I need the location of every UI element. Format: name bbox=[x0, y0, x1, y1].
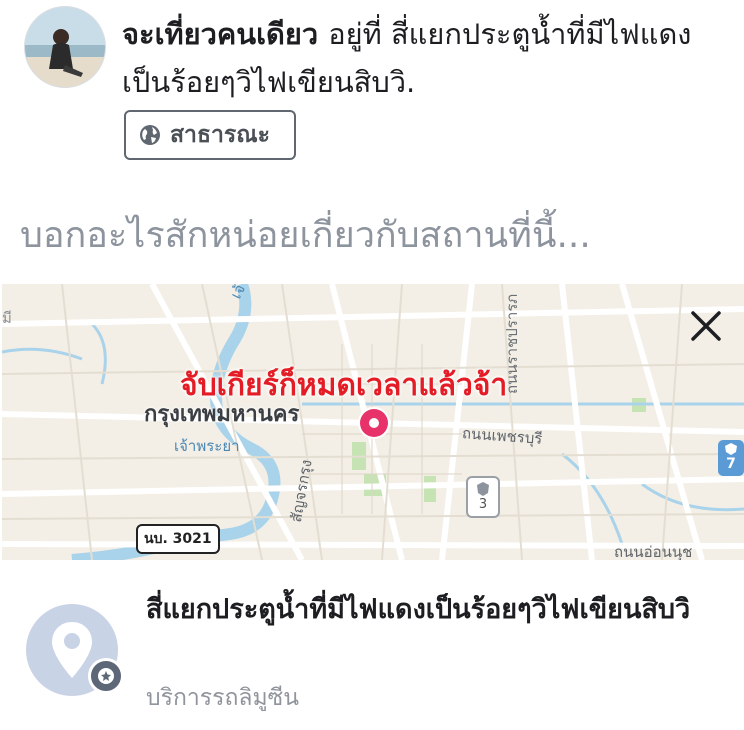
highway-shield-3: 3 bbox=[466, 476, 500, 518]
close-icon bbox=[691, 311, 721, 341]
river-label: เจ้าพระยา bbox=[174, 437, 240, 455]
close-button[interactable] bbox=[686, 306, 726, 346]
post-status: จะเที่ยวคนเดียว อยู่ที่ สี่แยกประตูน้ำที… bbox=[122, 10, 722, 106]
map-overlay-text: จับเกียร์ก็หมดเวลาแล้วจ้า bbox=[180, 368, 508, 403]
highway-emblem-icon bbox=[477, 482, 489, 496]
place-category: บริการรถลิมูซีน bbox=[146, 685, 300, 711]
location-pin-icon bbox=[360, 409, 388, 437]
map-preview[interactable]: มี เจ้าพระยา เจ้าพระยา ถนนราชปรารภ ถนนเพ… bbox=[2, 284, 744, 560]
privacy-selector[interactable]: สาธารณะ bbox=[124, 110, 296, 160]
highway-emblem-icon bbox=[725, 443, 737, 455]
author-name[interactable]: จะเที่ยวคนเดียว bbox=[122, 17, 318, 51]
highway-shield-7: 7 bbox=[718, 440, 744, 476]
park-area bbox=[424, 476, 436, 502]
composer-input[interactable]: บอกอะไรสักหน่อยเกี่ยวกับสถานที่นี้... bbox=[20, 206, 730, 263]
place-name[interactable]: สี่แยกประตูน้ำที่มีไฟแดงเป็นร้อยๆวิไฟเขี… bbox=[146, 588, 706, 632]
star-badge-icon bbox=[98, 668, 114, 684]
privacy-label: สาธารณะ bbox=[170, 122, 270, 148]
highway-number: 3 bbox=[478, 497, 488, 512]
place-badge bbox=[88, 658, 124, 694]
road-number-badge: นบ. 3021 bbox=[136, 524, 220, 554]
avatar-photo bbox=[25, 7, 105, 87]
avatar[interactable] bbox=[24, 6, 106, 88]
globe-icon bbox=[140, 125, 160, 145]
map-left-edge-label: มี bbox=[2, 309, 12, 327]
road-label-bottom-right: ถนนอ่อนนุช bbox=[614, 543, 693, 560]
highway-number: 7 bbox=[726, 456, 736, 472]
